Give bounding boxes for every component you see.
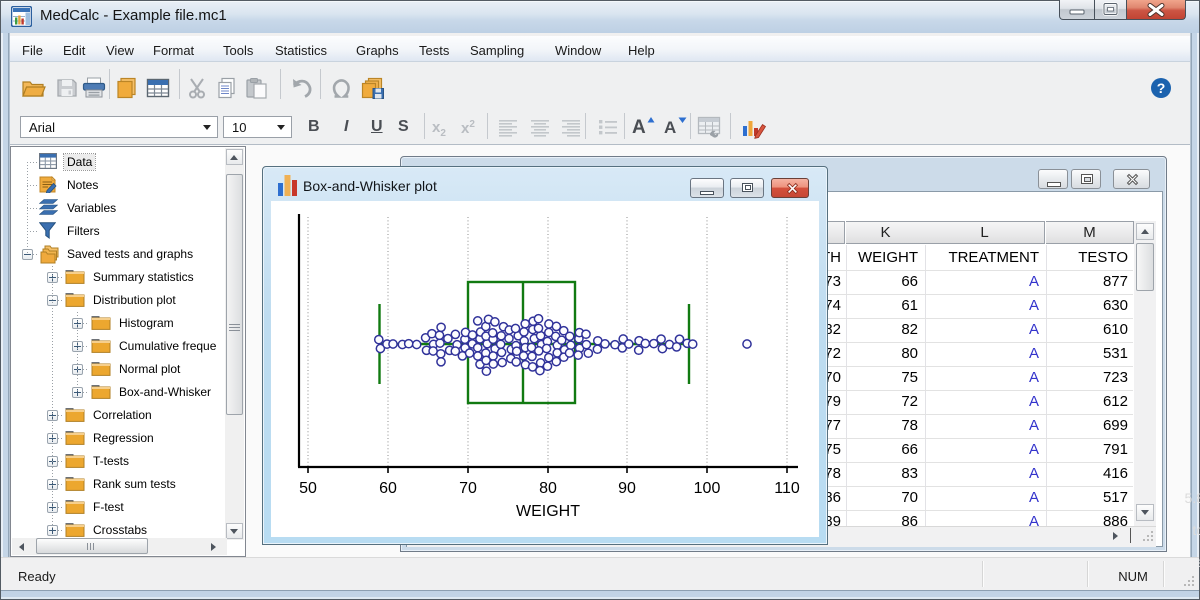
svg-text:110: 110 <box>774 480 800 497</box>
svg-text:70: 70 <box>459 480 477 497</box>
svg-text:80: 80 <box>539 480 557 497</box>
svg-text:60: 60 <box>379 480 397 497</box>
svg-text:?: ? <box>1157 80 1166 96</box>
svg-text:WEIGHT: WEIGHT <box>516 503 580 520</box>
svg-text:A: A <box>632 117 646 138</box>
svg-text:A: A <box>664 118 676 137</box>
svg-text:100: 100 <box>694 480 721 497</box>
svg-text:90: 90 <box>618 480 636 497</box>
svg-text:50: 50 <box>299 480 317 497</box>
